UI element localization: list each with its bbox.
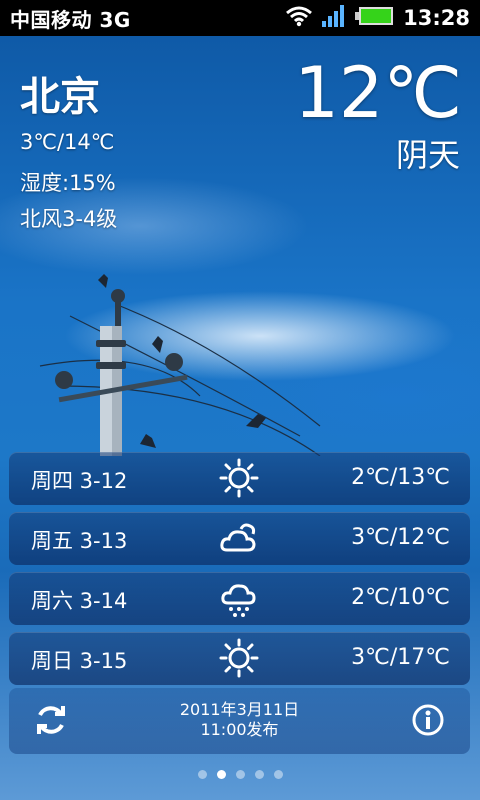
page-dot[interactable] bbox=[273, 770, 283, 779]
sunny-icon bbox=[219, 638, 259, 678]
wifi-icon bbox=[285, 5, 313, 31]
page-dot[interactable] bbox=[235, 770, 245, 779]
forecast-range: 3℃/17℃ bbox=[351, 645, 450, 670]
pole-and-birds-illustration bbox=[39, 274, 321, 456]
forecast-range: 3℃/12℃ bbox=[351, 525, 450, 550]
page-dot[interactable] bbox=[216, 770, 226, 779]
signal-icon bbox=[321, 4, 347, 32]
forecast-day: 周五 3-13 bbox=[31, 529, 128, 553]
forecast-row[interactable]: 周五 3-13 3℃/12℃ bbox=[9, 512, 470, 565]
forecast-day: 周六 3-14 bbox=[31, 589, 128, 613]
sunny-icon bbox=[219, 458, 259, 498]
city-name[interactable]: 北京 bbox=[20, 64, 100, 122]
page-indicator[interactable] bbox=[0, 770, 480, 779]
publish-info: 2011年3月11日 11:00发布 bbox=[9, 700, 470, 740]
forecast-day: 周四 3-12 bbox=[31, 469, 128, 493]
forecast-row[interactable]: 周四 3-12 2℃/13℃ bbox=[9, 452, 470, 505]
bottom-bar: 2011年3月11日 11:00发布 bbox=[9, 688, 470, 754]
weather-screen[interactable]: 北京 3℃/14℃ 湿度:15% 北风3-4级 12℃ 阴天 周四 3-12 2… bbox=[0, 36, 480, 800]
page-dot[interactable] bbox=[254, 770, 264, 779]
humidity: 湿度:15% bbox=[20, 171, 116, 195]
forecast-row[interactable]: 周六 3-14 2℃/10℃ bbox=[9, 572, 470, 625]
current-temperature: 12℃ bbox=[294, 52, 462, 134]
clock: 13:28 bbox=[403, 6, 470, 30]
cloudy-icon bbox=[220, 523, 256, 552]
forecast-range: 2℃/13℃ bbox=[351, 465, 450, 490]
status-bar: 中国移动 3G 13:28 bbox=[0, 0, 480, 36]
publish-time: 11:00发布 bbox=[200, 720, 279, 739]
weather-condition: 阴天 bbox=[395, 136, 460, 174]
publish-date: 2011年3月11日 bbox=[179, 700, 300, 719]
battery-icon bbox=[355, 5, 395, 31]
wind: 北风3-4级 bbox=[20, 207, 118, 231]
page-dot[interactable] bbox=[197, 770, 207, 779]
forecast-day: 周日 3-15 bbox=[31, 649, 128, 673]
temp-range: 3℃/14℃ bbox=[20, 130, 115, 154]
rain-icon bbox=[221, 584, 256, 617]
forecast-range: 2℃/10℃ bbox=[351, 585, 450, 610]
info-icon[interactable] bbox=[410, 702, 446, 738]
forecast-row[interactable]: 周日 3-15 3℃/17℃ bbox=[9, 632, 470, 685]
carrier-label: 中国移动 3G bbox=[10, 7, 131, 32]
